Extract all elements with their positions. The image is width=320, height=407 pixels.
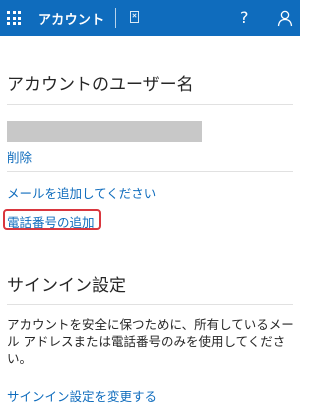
username-placeholder-bar [7,121,202,142]
signin-section-title: サインイン設定 [7,276,126,296]
username-section-title: アカウントのユーザー名 [7,75,194,95]
app-title[interactable]: アカウント [38,9,105,28]
signin-description: アカウントを安全に保つために、所有しているメール アドレスまたは電話番号のみを使… [7,317,294,366]
delete-link[interactable]: 削除 [7,147,32,166]
section-divider [7,171,293,172]
section-divider [7,304,293,305]
app-launcher-icon[interactable] [7,11,21,25]
app-icon [130,11,139,23]
account-icon[interactable] [276,9,294,27]
add-phone-link[interactable]: 電話番号の追加 [7,212,95,231]
top-bar: アカウント ? [0,0,300,36]
change-signin-settings-link[interactable]: サインイン設定を変更する [7,386,157,405]
add-email-link[interactable]: メールを追加してください [7,183,156,202]
section-divider [7,104,293,105]
header-divider [115,8,116,28]
help-icon[interactable]: ? [240,8,249,27]
